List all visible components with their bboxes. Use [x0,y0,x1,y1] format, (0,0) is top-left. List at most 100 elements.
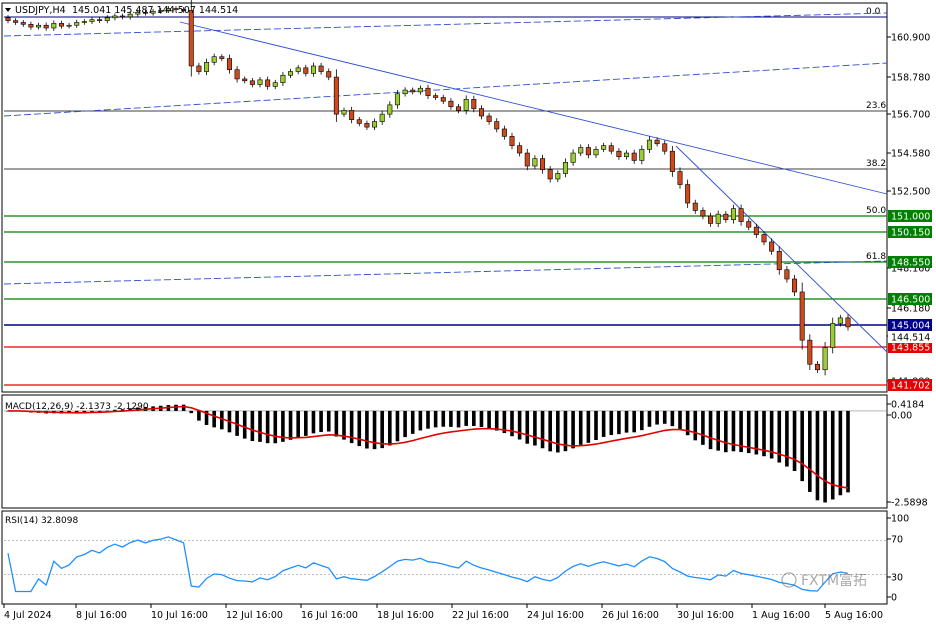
candle-body [669,150,675,172]
time-tick-label: 18 Jul 16:00 [377,610,434,621]
time-tick-label: 24 Jul 16:00 [527,610,584,621]
candle-body [593,149,599,156]
macd-bar [830,410,835,500]
candle-body [288,71,294,76]
macd-bar [792,410,797,471]
price-panel[interactable] [1,2,888,393]
candle-body [555,173,561,180]
macd-bar [456,410,461,428]
time-tick-label: 16 Jul 16:00 [301,610,358,621]
macd-bar [380,410,384,449]
candle-body [257,79,263,85]
candle-body [104,17,110,21]
macd-bar [838,410,843,496]
macd-bar [662,410,667,424]
time-tick-label: 5 Aug 16:00 [825,610,883,621]
macd-title: MACD(12,26,9) -2.1373 -2.1290 [5,402,149,412]
candle-body [456,106,462,111]
macd-bar [365,410,369,449]
chart-header: USDJPY,H4 145.041 145.487 144.507 144.51… [5,5,238,16]
macd-bar [395,410,400,442]
rsi-tick-label: 70 [891,535,903,546]
fib-label: 61.8 [866,252,886,262]
candle-body [708,215,714,224]
level-price-label: 150.150 [891,228,930,239]
macd-bar [586,410,591,443]
macd-bar [655,410,659,425]
macd-bar [250,410,255,442]
candle-body [433,95,439,98]
candle-body [74,22,80,26]
candle-body [20,22,26,25]
macd-bar [601,410,606,437]
time-tick-label: 10 Jul 16:00 [151,610,208,621]
candle-body [219,56,225,59]
time-tick-label: 30 Jul 16:00 [677,610,734,621]
candle-body [280,74,286,83]
candle-body [692,202,698,211]
macd-bar [540,410,545,449]
level-price-label: 145.004 [891,321,930,332]
macd-bar [197,410,201,421]
macd-bar [357,410,362,447]
candle-body [639,149,645,161]
macd-bar [494,410,499,431]
candle-body [471,99,477,109]
level-price-label: 146.500 [891,295,930,306]
candle-body [799,291,805,341]
price-tick-label: 154.580 [891,149,930,160]
candle-body [410,89,416,93]
candle-body [494,121,500,130]
candle-body [242,78,248,82]
candle-body [761,234,767,243]
macd-bar [258,410,262,442]
candle-body [272,82,278,87]
candle-body [204,61,210,72]
candle-body [723,213,729,221]
rsi-panel[interactable] [1,510,888,605]
candle-body [97,19,103,21]
macd-bar [609,410,614,436]
candle-body [310,65,316,74]
candle-body [5,17,11,21]
candle-body [249,80,255,85]
macd-bar [319,410,323,432]
candle-body [654,139,660,145]
macd-bar [441,410,446,427]
candle-body [753,226,759,235]
macd-bar [334,410,339,437]
candle-body [509,136,515,146]
candle-body [562,162,568,174]
candle-body [120,15,126,18]
candle-body [784,269,790,280]
macd-bar [265,410,270,444]
candle-body [547,169,553,180]
candle-body [792,278,798,293]
candle-body [631,152,637,161]
candle-body [814,363,820,371]
candle-body [387,104,393,115]
macd-bar [311,410,316,434]
candle-body [112,15,118,19]
candle-body [524,152,530,167]
candle-body [66,24,72,27]
macd-bar [433,410,438,428]
macd-bar [418,410,423,431]
candle-body [624,152,630,158]
candle-body [616,150,622,158]
candle-body [372,121,378,128]
candle-body [601,145,607,150]
candle-body [349,110,355,120]
time-tick-label: 1 Aug 16:00 [752,610,810,621]
macd-bar [212,410,216,428]
macd-bar [517,410,522,440]
macd-tick-label: 0.4184 [891,400,924,411]
symbol-label: USDJPY,H4 [15,5,66,16]
macd-bar [410,410,415,434]
macd-bar [487,410,491,429]
macd-tick-label: -2.5898 [891,498,928,509]
macd-bar [670,410,675,427]
candle-body [333,76,339,115]
macd-bar [326,410,331,432]
macd-bar [678,410,682,430]
